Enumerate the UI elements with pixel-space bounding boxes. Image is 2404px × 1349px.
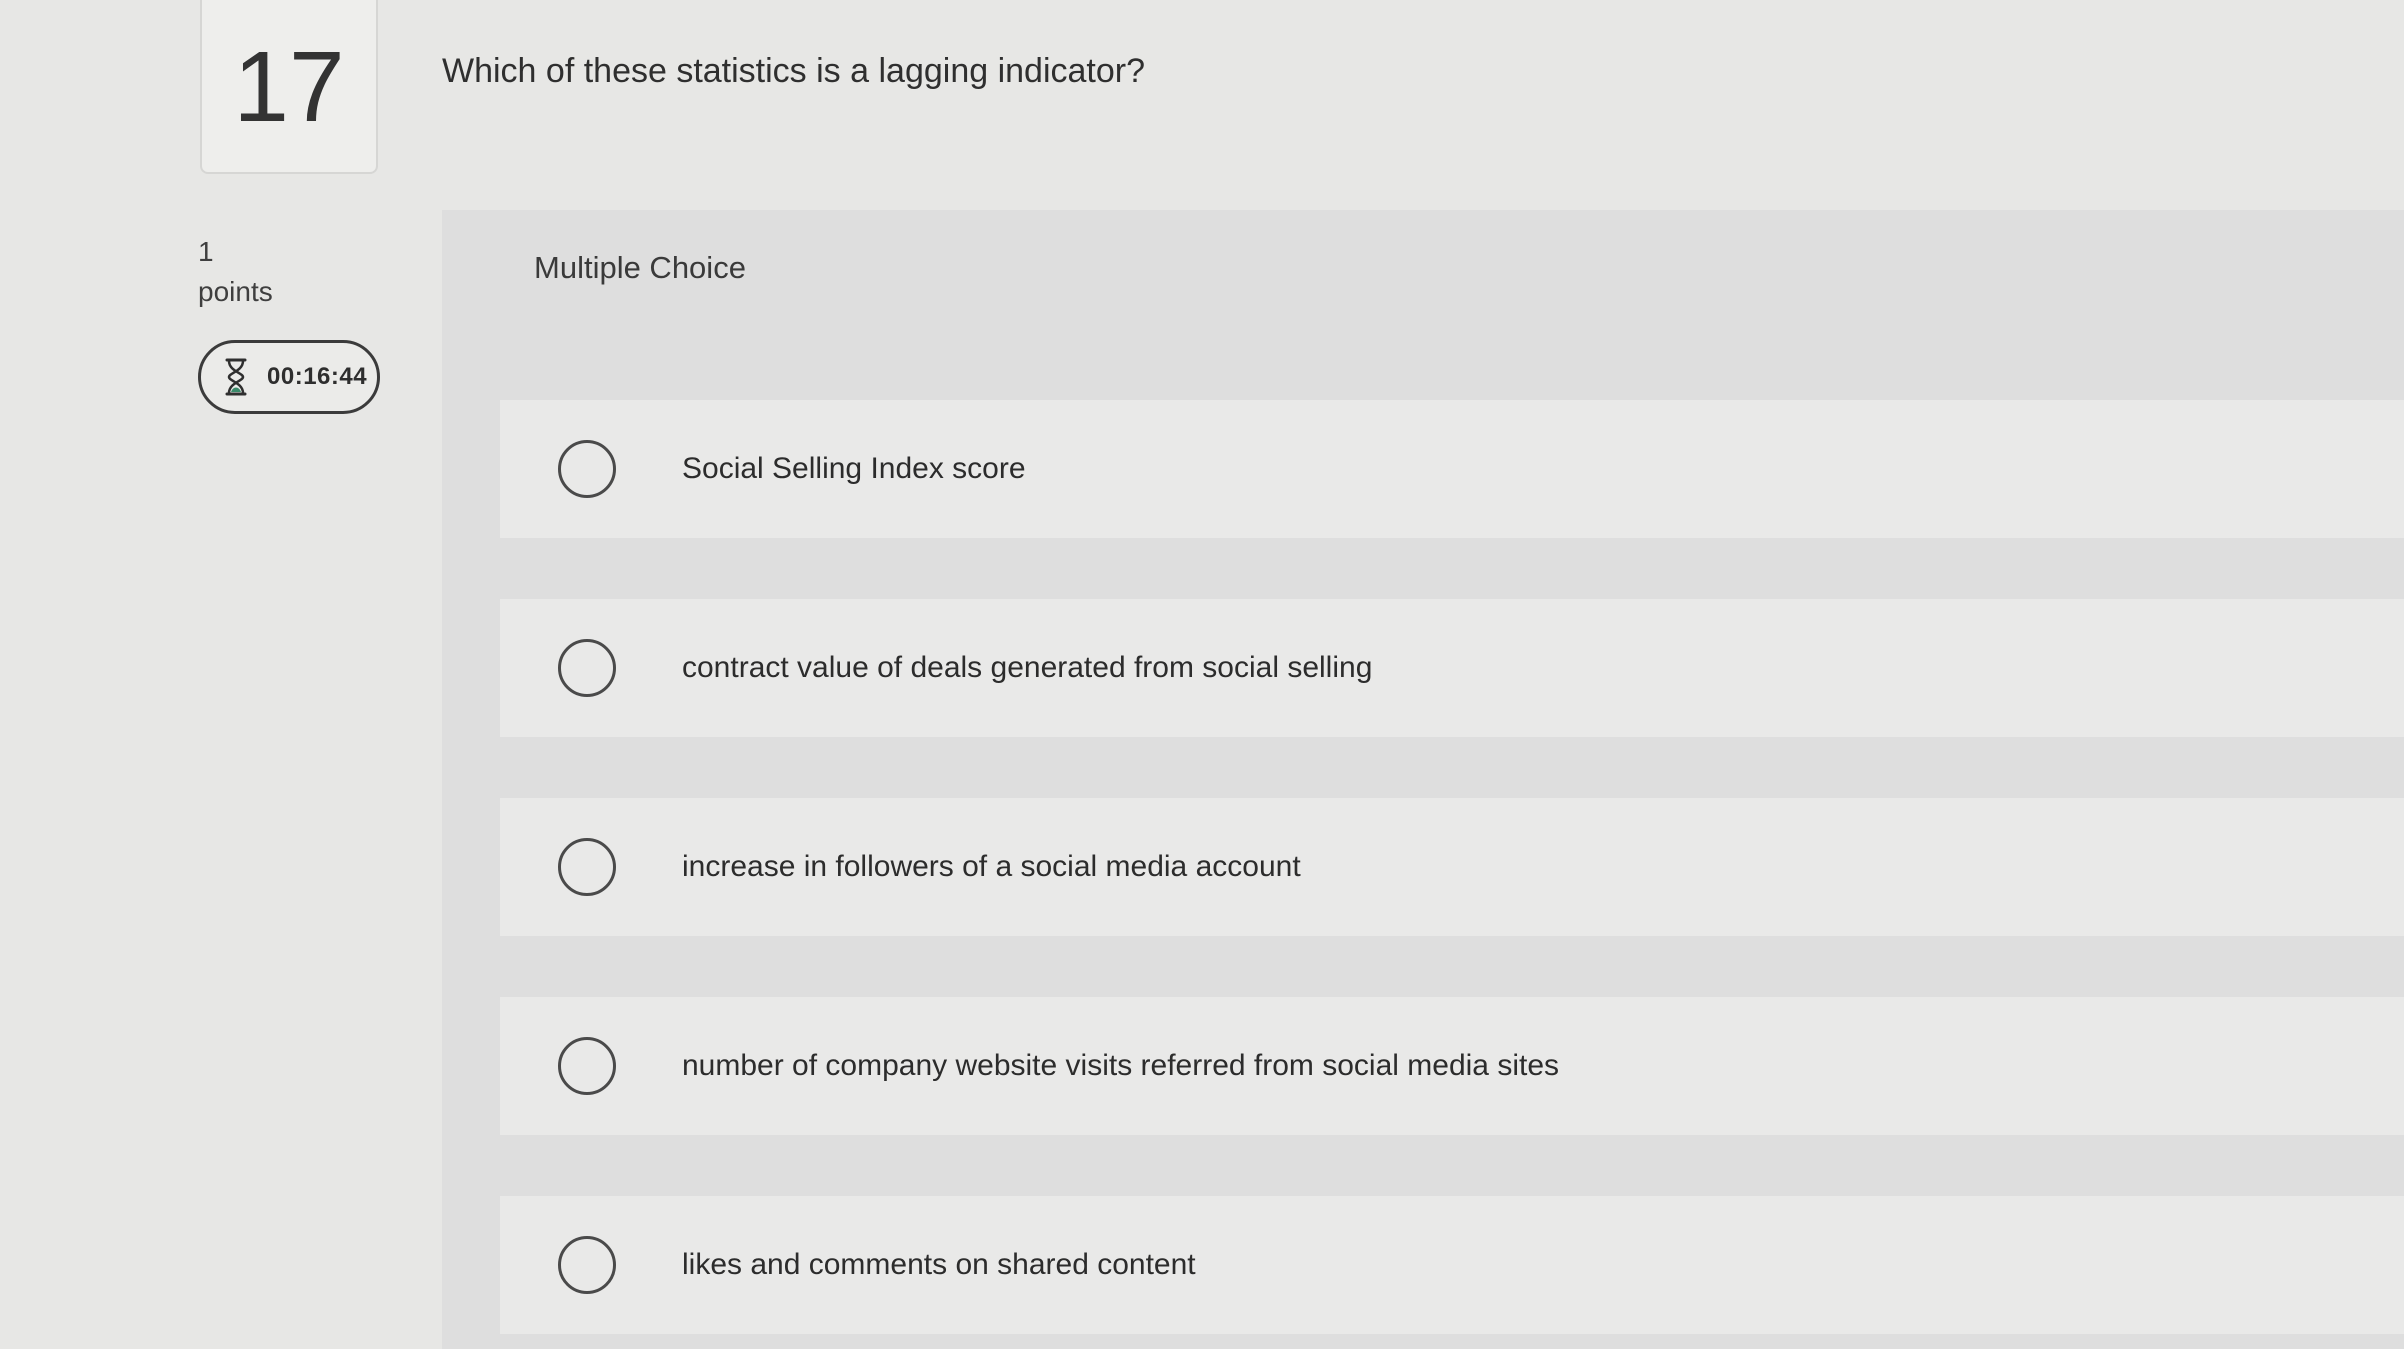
- question-number: 17: [233, 31, 345, 143]
- answer-option[interactable]: number of company website visits referre…: [500, 997, 2404, 1135]
- radio-button[interactable]: [558, 838, 616, 896]
- choice-type-header: Multiple Choice: [534, 250, 746, 285]
- question-text: Which of these statistics is a lagging i…: [442, 52, 1146, 90]
- answer-option[interactable]: increase in followers of a social media …: [500, 798, 2404, 936]
- radio-button[interactable]: [558, 440, 616, 498]
- question-number-box: 17: [200, 0, 378, 174]
- timer-value: 00:16:44: [267, 363, 368, 390]
- answer-option-label: increase in followers of a social media …: [682, 850, 1301, 883]
- radio-button[interactable]: [558, 639, 616, 697]
- answer-option-label: Social Selling Index score: [682, 452, 1026, 485]
- answer-option[interactable]: contract value of deals generated from s…: [500, 599, 2404, 737]
- answer-option[interactable]: likes and comments on shared content: [500, 1196, 2404, 1334]
- answer-option[interactable]: Social Selling Index score: [500, 400, 2404, 538]
- answer-option-label: contract value of deals generated from s…: [682, 651, 1373, 684]
- timer-badge[interactable]: 00:16:44: [198, 340, 380, 414]
- points-value: 1: [198, 236, 214, 267]
- radio-button[interactable]: [558, 1236, 616, 1294]
- points-label: points: [198, 276, 273, 307]
- radio-button[interactable]: [558, 1037, 616, 1095]
- hourglass-icon: [225, 358, 247, 396]
- answer-option-label: number of company website visits referre…: [682, 1049, 1560, 1082]
- choice-panel: Multiple Choice Social Selling Index sco…: [442, 210, 2404, 1349]
- points-block: 1 points: [198, 232, 273, 312]
- answer-option-label: likes and comments on shared content: [682, 1248, 1196, 1281]
